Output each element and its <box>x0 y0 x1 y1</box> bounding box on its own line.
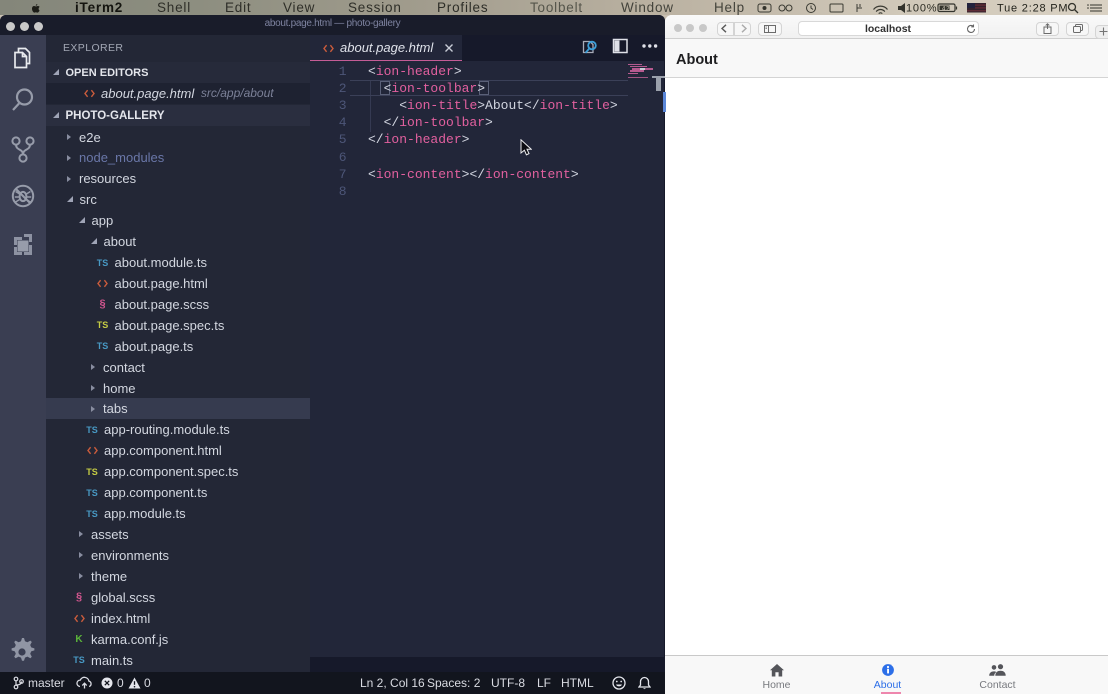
svg-text:42: 42 <box>942 7 950 13</box>
svg-text:Tue 2:28 PM: Tue 2:28 PM <box>997 3 1068 15</box>
svg-text:100%: 100% <box>906 3 937 15</box>
